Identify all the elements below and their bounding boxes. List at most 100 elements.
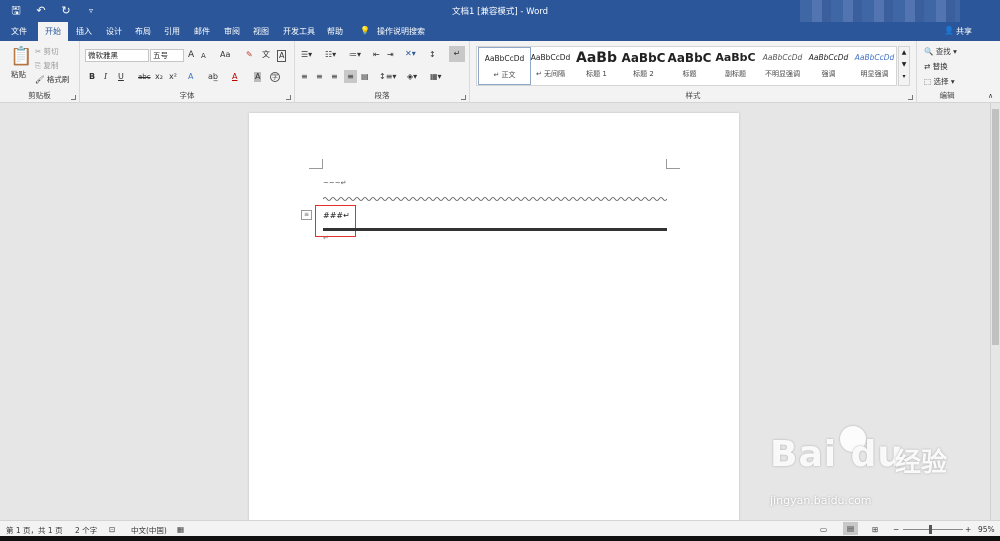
clipboard-group: 📋 粘贴 ✂ 剪切 ⎘ 复制 🖌 格式刷 剪贴板 [0,41,80,103]
select-button[interactable]: ⬚ 选择 ▾ [924,76,955,87]
font-color-icon[interactable]: A [232,72,237,82]
cut-button[interactable]: ✂ 剪切 [35,46,59,57]
zoom-out-icon[interactable]: − [893,525,899,534]
tab-references[interactable]: 引用 [164,26,180,37]
doc-line-tilde[interactable]: ~~~↵ [323,179,346,187]
clipboard-group-label: 剪贴板 [28,91,51,100]
phonetic-guide-icon[interactable]: 文 [262,50,270,60]
clear-format-icon[interactable]: ✎ [246,50,253,60]
style-heading-1[interactable]: AaBb 标题 1 [570,47,623,85]
thick-border-line [323,228,667,231]
decrease-indent-icon[interactable]: ⇤ [373,50,380,60]
document-page[interactable]: ~~~↵ ≡ ###↵ ↵ [249,113,739,533]
show-marks-icon[interactable]: ↵ [449,46,465,62]
style-intense-emphasis[interactable]: AaBbCcDd 明显强调 [848,47,901,85]
baidu-jingyan-text: 经验 [895,448,948,478]
tab-design[interactable]: 设计 [106,26,122,37]
tab-mailings[interactable]: 邮件 [194,26,210,37]
underline-icon[interactable]: U [118,72,124,82]
sort-icon[interactable]: ↕ [429,50,436,60]
zoom-in-icon[interactable]: + [965,525,971,534]
italic-icon[interactable]: I [104,72,107,82]
line-spacing-icon[interactable]: ↕≡▾ [379,72,396,82]
align-left-icon[interactable]: ≡ [301,72,308,82]
zoom-slider-handle[interactable] [929,525,932,534]
taskbar-edge [0,536,1000,541]
font-name-combo[interactable]: 微软雅黑 [85,49,149,62]
scrollbar-thumb[interactable] [992,109,999,345]
tab-insert[interactable]: 插入 [76,26,92,37]
chinese-layout-icon[interactable]: ✕▾ [405,49,416,59]
shrink-font-icon[interactable]: A [201,51,206,61]
share-button[interactable]: 共享 [956,26,972,37]
format-painter-button[interactable]: 🖌 格式刷 [35,74,69,85]
tab-home[interactable]: 开始 [38,22,68,41]
copy-button[interactable]: ⎘ 复制 [35,60,58,71]
tab-file[interactable]: 文件 [11,26,27,37]
tab-layout[interactable]: 布局 [135,26,151,37]
numbering-icon[interactable]: ☷▾ [325,50,336,60]
character-border-icon[interactable]: A [277,50,287,62]
tab-review[interactable]: 审阅 [224,26,240,37]
subscript-icon[interactable]: x₂ [155,72,163,82]
find-button[interactable]: 🔍 查找 ▾ [924,46,957,57]
macro-record-icon[interactable]: ▦ [177,525,184,534]
scroll-up-icon[interactable]: ▲ [899,47,909,59]
highlight-color-icon[interactable]: ab̲ [208,72,218,82]
styles-launcher-icon[interactable] [908,95,913,100]
collapse-ribbon-icon[interactable]: ∧ [988,91,993,101]
paste-icon[interactable]: 📋 [10,47,32,67]
style-subtitle[interactable]: AaBbC 副标题 [709,47,762,85]
more-styles-icon[interactable]: ▾ [899,71,909,83]
clipboard-launcher-icon[interactable] [71,95,76,100]
zoom-slider[interactable] [903,529,963,530]
superscript-icon[interactable]: x² [169,72,177,82]
strikethrough-icon[interactable]: abc [138,72,151,82]
distributed-icon[interactable]: ▤ [361,72,369,82]
character-shading-icon[interactable]: A [254,72,262,82]
bullets-icon[interactable]: ☰▾ [301,50,312,60]
read-mode-icon[interactable]: ▭ [820,525,827,534]
enclose-characters-icon[interactable]: 字 [270,72,280,82]
styles-group-label: 样式 [685,91,701,100]
page-count-status[interactable]: 第 1 页，共 1 页 [6,525,63,536]
font-size-combo[interactable]: 五号 [150,49,184,62]
tab-help[interactable]: 帮助 [327,26,343,37]
comment-marker-icon[interactable]: ≡ [301,210,312,220]
shading-icon[interactable]: ◈▾ [407,72,417,82]
paste-button[interactable]: 粘贴 [11,69,26,80]
change-case-icon[interactable]: Aa [220,50,230,60]
print-layout-icon[interactable]: ▤ [843,522,859,535]
tab-view[interactable]: 视图 [253,26,269,37]
justify-icon[interactable]: ≡ [344,70,357,83]
tell-me-search[interactable]: 操作说明搜索 [377,26,425,37]
paragraph-group: ☰▾ ☷▾ ≔▾ ⇤ ⇥ ✕▾ ↕ ↵ ≡ ≡ ≡ ≡ ▤ ↕≡▾ ◈▾ ▦▾ … [295,41,470,103]
margin-corner-tl [309,159,323,169]
paragraph-launcher-icon[interactable] [461,95,466,100]
bold-icon[interactable]: B [89,72,95,82]
language-status[interactable]: 中文(中国) [131,525,167,536]
doc-empty-paragraph[interactable]: ↵ [323,234,329,242]
font-launcher-icon[interactable] [286,95,291,100]
multilevel-list-icon[interactable]: ≔▾ [349,50,361,60]
share-icon: 👤 [944,26,954,35]
word-count-status[interactable]: 2 个字 [75,525,97,536]
borders-icon[interactable]: ▦▾ [430,72,442,82]
status-bar: 第 1 页，共 1 页 2 个字 ⊡ 中文(中国) ▦ ▭ ▤ ⊞ − + 95… [0,520,1000,536]
proofing-icon[interactable]: ⊡ [109,525,115,534]
scroll-down-icon[interactable]: ▼ [899,59,909,71]
styles-gallery-scroll[interactable]: ▲ ▼ ▾ [898,46,910,86]
align-center-icon[interactable]: ≡ [316,72,323,82]
wavy-border-line [323,197,667,201]
editing-group-label: 编辑 [939,91,955,100]
paragraph-group-label: 段落 [374,91,390,100]
zoom-level[interactable]: 95% [978,525,995,534]
web-layout-icon[interactable]: ⊞ [872,525,878,534]
tab-developer[interactable]: 开发工具 [283,26,315,37]
replace-button[interactable]: ⇄ 替换 [924,61,948,72]
grow-font-icon[interactable]: A [188,50,194,60]
text-effects-icon[interactable]: A [188,72,193,82]
increase-indent-icon[interactable]: ⇥ [387,50,394,60]
align-right-icon[interactable]: ≡ [331,72,338,82]
baidu-url-text: jingyan.baidu.com [770,494,872,507]
